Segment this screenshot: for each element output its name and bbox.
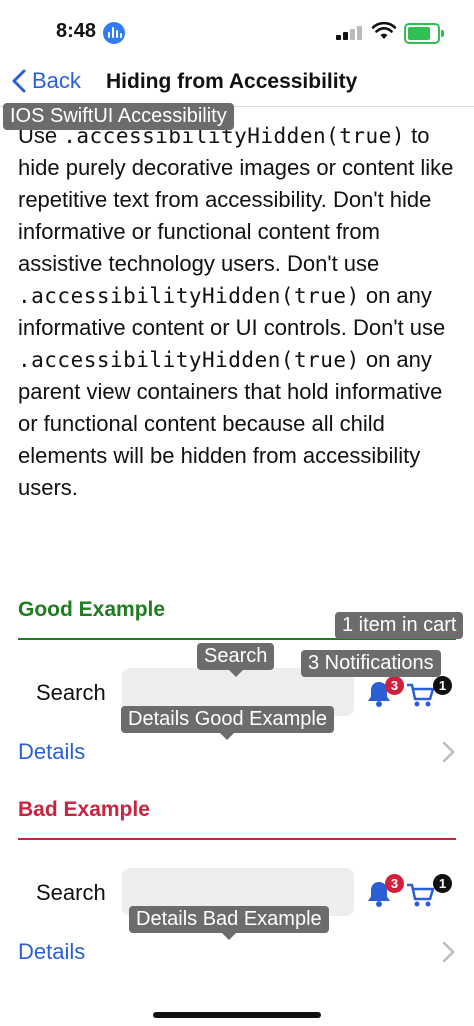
page-title: Hiding from Accessibility (106, 70, 358, 93)
cellular-signal-icon (336, 24, 364, 40)
details-link[interactable]: Details (18, 939, 85, 965)
tooltip-details-bad: Details Bad Example (129, 906, 329, 940)
home-indicator[interactable] (153, 1012, 321, 1018)
chevron-left-icon (12, 69, 26, 93)
back-label: Back (32, 68, 81, 93)
battery-charging-icon (404, 23, 444, 44)
back-button[interactable]: Back (12, 68, 81, 94)
cart-badge: 1 (433, 874, 452, 893)
cart-badge: 1 (433, 676, 452, 695)
chevron-right-icon (442, 941, 455, 963)
code-snippet: .accessibilityHidden(true) (18, 348, 360, 372)
notification-badge: 3 (385, 676, 404, 695)
code-snippet: .accessibilityHidden(true) (18, 284, 360, 308)
cart-icon[interactable] (406, 882, 436, 913)
search-label: Search (36, 680, 106, 705)
tooltip-app-name: IOS SwiftUI Accessibility (3, 103, 234, 130)
details-link[interactable]: Details (18, 739, 85, 765)
navigation-bar: Back Hiding from Accessibility (0, 60, 474, 107)
good-example-heading: Good Example (18, 598, 166, 621)
voice-activity-icon (103, 22, 125, 44)
tooltip-notifications: 3 Notifications (301, 650, 441, 677)
cart-icon[interactable] (406, 682, 436, 713)
description-paragraph: Use .accessibilityHidden(true) to hide p… (18, 120, 463, 504)
chevron-right-icon (442, 741, 455, 763)
search-label: Search (36, 880, 106, 905)
status-bar: 8:48 (0, 0, 474, 60)
bad-example-divider (18, 838, 456, 840)
tooltip-cart: 1 item in cart (335, 612, 464, 639)
wifi-icon (371, 21, 397, 45)
status-time: 8:48 (56, 20, 97, 42)
bad-example-heading: Bad Example (18, 798, 150, 821)
tooltip-details-good: Details Good Example (121, 706, 334, 740)
tooltip-search: Search (197, 643, 275, 677)
notification-badge: 3 (385, 874, 404, 893)
